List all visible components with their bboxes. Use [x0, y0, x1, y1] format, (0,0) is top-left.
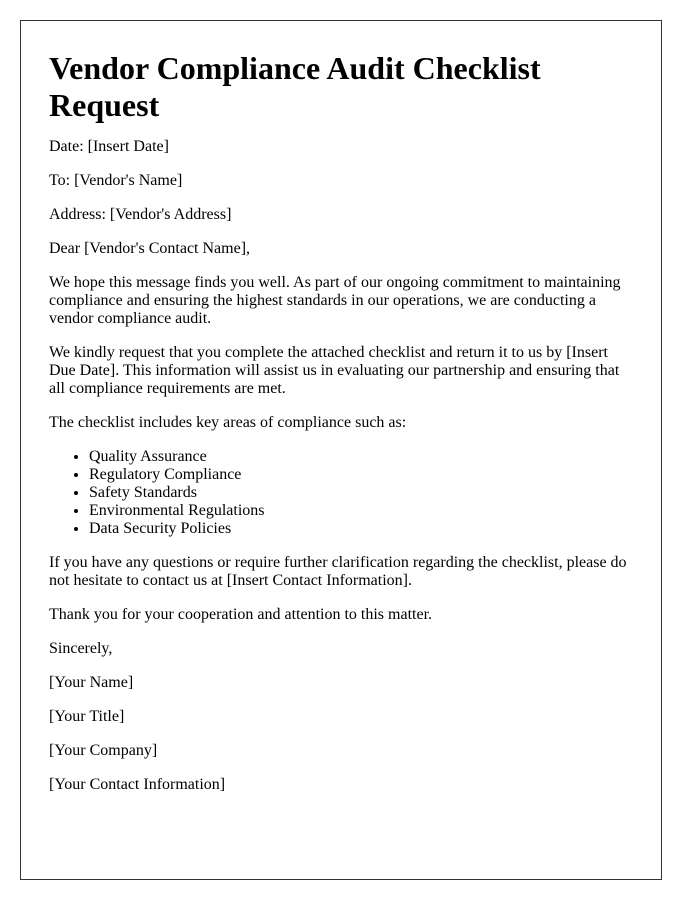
list-item: Data Security Policies [89, 520, 632, 538]
signature-company: [Your Company] [49, 742, 158, 759]
address-line: Address: [Vendor's Address] [49, 206, 232, 223]
list-item: Quality Assurance [89, 448, 632, 466]
checklist-intro: The checklist includes key areas of comp… [49, 414, 407, 431]
recipient-line: To: [Vendor's Name] [49, 172, 183, 189]
checklist-areas-list: Quality Assurance Regulatory Compliance … [49, 448, 632, 538]
sign-off: Sincerely, [49, 640, 113, 657]
questions-paragraph: If you have any questions or require fur… [49, 554, 627, 589]
list-item: Regulatory Compliance [89, 466, 632, 484]
signature-title: [Your Title] [49, 708, 125, 725]
letter-title: Vendor Compliance Audit Checklist Reques… [49, 50, 541, 123]
salutation: Dear [Vendor's Contact Name], [49, 240, 251, 257]
list-item: Environmental Regulations [89, 502, 632, 520]
intro-paragraph: We hope this message finds you well. As … [49, 274, 621, 327]
signature-name: [Your Name] [49, 674, 134, 691]
list-item: Safety Standards [89, 484, 632, 502]
letter-container: Vendor Compliance Audit Checklist Reques… [20, 20, 662, 880]
request-paragraph: We kindly request that you complete the … [49, 344, 620, 397]
thanks-paragraph: Thank you for your cooperation and atten… [49, 606, 433, 623]
signature-contact: [Your Contact Information] [49, 776, 226, 793]
date-line: Date: [Insert Date] [49, 138, 169, 155]
